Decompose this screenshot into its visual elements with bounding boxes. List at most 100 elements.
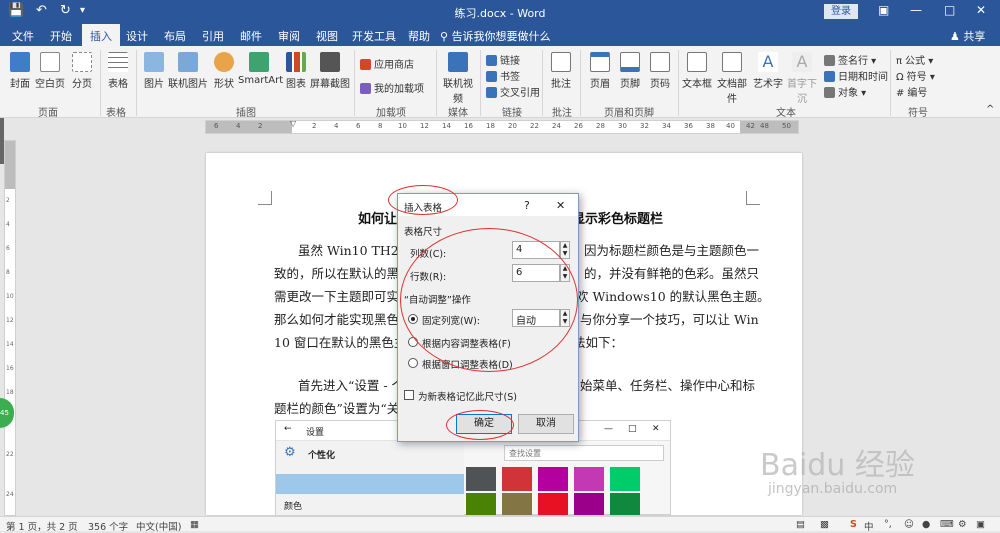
ime-keyboard-icon[interactable]: ⌨ xyxy=(940,519,954,530)
store-icon xyxy=(360,59,371,70)
autofit-window-radio[interactable] xyxy=(408,358,418,368)
header-button[interactable]: 页眉 xyxy=(586,52,614,90)
group-pages-label: 页面 xyxy=(38,108,58,119)
cross-reference-button[interactable]: 交叉引用 xyxy=(486,84,540,99)
ruler-tick: 6 xyxy=(6,245,10,252)
ribbon-insert: 封面 空白页 分页 页面 表格 表格 图片 联机图片 形状 SmartArt 图… xyxy=(0,46,1000,119)
tab-references[interactable]: 引用 xyxy=(202,28,224,44)
collapse-ribbon-icon[interactable]: ^ xyxy=(986,104,994,115)
textbox-icon xyxy=(687,52,707,72)
ime-emoji-icon[interactable]: ☺ xyxy=(904,519,914,530)
macro-record-icon[interactable]: ▦ xyxy=(190,519,199,530)
print-layout-icon[interactable]: ▩ xyxy=(820,519,829,530)
embedded-nav-selected xyxy=(276,474,464,494)
number-button[interactable]: # 编号 xyxy=(896,84,927,99)
help-button[interactable]: ? xyxy=(524,199,530,212)
tab-home[interactable]: 开始 xyxy=(50,28,72,44)
minimize-icon[interactable]: — xyxy=(910,3,922,17)
comment-label: 批注 xyxy=(551,79,571,90)
ruler-tick: 40 xyxy=(726,122,735,130)
group-media-label: 媒体 xyxy=(448,108,468,119)
bookmark-button[interactable]: 书签 xyxy=(486,68,520,83)
textbox-button[interactable]: 文本框 xyxy=(682,52,712,90)
drop-cap-label: 首字下沉 xyxy=(787,79,817,105)
dialog-close-button[interactable]: ✕ xyxy=(556,199,565,212)
columns-stepper[interactable]: ▲ ▼ xyxy=(560,241,570,259)
tab-design[interactable]: 设计 xyxy=(126,28,148,44)
tab-layout[interactable]: 布局 xyxy=(164,28,186,44)
quick-parts-button[interactable]: 文档部件 xyxy=(714,52,750,105)
wordart-button[interactable]: A 艺术字 xyxy=(752,52,784,90)
ime-punct-icon[interactable]: °, xyxy=(884,519,892,530)
maximize-icon[interactable]: □ xyxy=(944,3,955,17)
ruler-tick: 16 xyxy=(464,122,473,130)
table-button[interactable]: 表格 xyxy=(104,52,132,90)
picture-label: 图片 xyxy=(144,79,164,90)
symbol-button[interactable]: Ω 符号 ▾ xyxy=(896,68,935,83)
ruler-tick: 48 xyxy=(760,122,769,130)
ime-sogou-icon[interactable]: S xyxy=(850,519,857,530)
blank-page-label: 空白页 xyxy=(35,79,65,90)
chart-button[interactable]: 图表 xyxy=(282,52,310,90)
signature-line-button[interactable]: 签名行 ▾ xyxy=(824,52,876,67)
embedded-nav-item: 颜色 xyxy=(284,502,303,512)
tab-insert[interactable]: 插入 xyxy=(82,24,120,46)
margin-corner-mark xyxy=(746,191,760,205)
login-button[interactable]: 登录 xyxy=(824,4,858,19)
online-video-button[interactable]: 联机视频 xyxy=(440,52,476,105)
indent-marker-icon[interactable]: ▽ xyxy=(290,119,296,128)
horizontal-ruler[interactable]: 6 4 2 2 4 6 8 10 12 14 16 18 20 22 24 26… xyxy=(205,119,799,134)
tab-help[interactable]: 帮助 xyxy=(408,28,430,44)
ribbon-display-icon[interactable]: ▣ xyxy=(878,3,889,17)
picture-button[interactable]: 图片 xyxy=(140,52,168,90)
tab-view[interactable]: 视图 xyxy=(316,28,338,44)
page-break-button[interactable]: 分页 xyxy=(68,52,96,90)
store-button[interactable]: 应用商店 xyxy=(360,56,414,71)
remember-size-checkbox[interactable] xyxy=(404,390,414,400)
blank-page-button[interactable]: 空白页 xyxy=(34,52,66,90)
ime-settings-icon[interactable]: ⚙ xyxy=(958,519,967,530)
color-swatch xyxy=(502,467,532,491)
ruler-tick: 22 xyxy=(530,122,539,130)
group-divider xyxy=(136,50,137,116)
footer-button[interactable]: 页脚 xyxy=(616,52,644,90)
drop-cap-button[interactable]: A 首字下沉 xyxy=(784,52,820,105)
shapes-button[interactable]: 形状 xyxy=(210,52,238,90)
cancel-button[interactable]: 取消 xyxy=(518,414,574,434)
tab-file[interactable]: 文件 xyxy=(12,28,34,44)
group-divider xyxy=(100,50,101,116)
comment-button[interactable]: 批注 xyxy=(546,52,576,90)
close-icon[interactable]: ✕ xyxy=(976,3,986,17)
wordart-label: 艺术字 xyxy=(753,79,783,90)
tab-review[interactable]: 审阅 xyxy=(278,28,300,44)
doc-line: 始菜单、任务栏、操作中心和标 xyxy=(580,378,756,393)
ruler-tick: 24 xyxy=(6,491,14,498)
embedded-header: 个性化 xyxy=(308,451,336,461)
ruler-tick: 38 xyxy=(706,122,715,130)
cross-reference-icon xyxy=(486,87,497,98)
read-mode-icon[interactable]: ▤ xyxy=(796,519,805,530)
tab-developer[interactable]: 开发工具 xyxy=(352,28,396,44)
doc-line: 因为标题栏颜色是与主题颜色一 xyxy=(584,243,760,258)
equation-button[interactable]: π 公式 ▾ xyxy=(896,52,933,67)
object-button[interactable]: 对象 ▾ xyxy=(824,84,866,99)
cover-page-button[interactable]: 封面 xyxy=(6,52,34,90)
ime-mic-icon[interactable]: ● xyxy=(922,519,930,530)
annotation-oval-ok xyxy=(446,410,514,440)
footer-icon xyxy=(620,52,640,72)
ime-skin-icon[interactable]: ▣ xyxy=(976,519,985,530)
share-button[interactable]: ♟ 共享 xyxy=(950,28,985,44)
tell-me-search[interactable]: ⚲ 告诉我你想要做什么 xyxy=(440,28,551,44)
page-number-button[interactable]: 页码 xyxy=(646,52,674,90)
online-picture-button[interactable]: 联机图片 xyxy=(168,52,208,90)
smartart-button[interactable]: SmartArt xyxy=(238,52,283,86)
screenshot-button[interactable]: 屏幕截图 xyxy=(310,52,350,90)
tab-mailings[interactable]: 邮件 xyxy=(240,28,262,44)
page-break-icon xyxy=(72,52,92,72)
my-addins-button[interactable]: 我的加载项 xyxy=(360,80,424,95)
vertical-ruler[interactable]: 2 4 6 8 10 12 14 16 18 20 22 24 xyxy=(4,140,16,516)
date-time-button[interactable]: 日期和时间 xyxy=(824,68,888,83)
color-swatch xyxy=(502,493,532,515)
ruler-tick: 4 xyxy=(334,122,339,130)
link-button[interactable]: 链接 xyxy=(486,52,520,67)
